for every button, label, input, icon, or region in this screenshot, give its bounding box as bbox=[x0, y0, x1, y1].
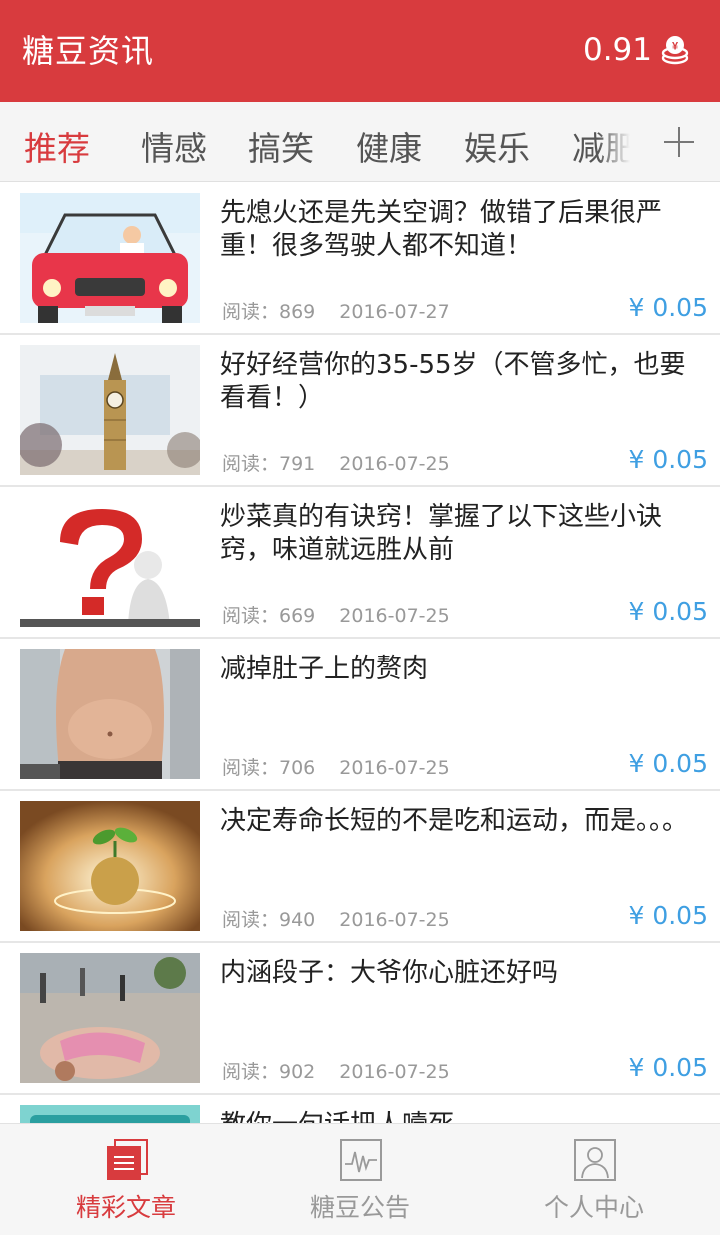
article-list: 先熄火还是先关空调？做错了后果很严重！很多驾驶人都不知道！ 阅读：869 2016… bbox=[0, 183, 720, 1123]
article-title: 先熄火还是先关空调？做错了后果很严重！很多驾驶人都不知道！ bbox=[220, 198, 663, 261]
article-title: 炒菜真的有诀窍！掌握了以下这些小诀窍，味道就远胜从前 bbox=[220, 502, 663, 565]
announcement-icon bbox=[340, 1139, 382, 1181]
article-title: 好好经营你的35-55岁（不管多忙，也要看看！） bbox=[220, 350, 686, 413]
header-bar: 糖豆资讯 0.91 ¥ bbox=[0, 0, 720, 102]
read-count: 阅读：706 bbox=[222, 757, 316, 779]
article-meta: 阅读：791 2016-07-25 bbox=[222, 449, 450, 476]
balance-display[interactable]: 0.91 ¥ bbox=[583, 32, 690, 68]
app-title: 糖豆资讯 bbox=[22, 32, 155, 70]
article-title: 决定寿命长短的不是吃和运动，而是。。。 bbox=[220, 806, 689, 836]
article-item[interactable]: 减掉肚子上的赘肉 阅读：706 2016-07-25 ¥ 0.05 bbox=[0, 639, 720, 791]
sprout-globe-thumbnail bbox=[20, 801, 200, 931]
nav-profile-label: 个人中心 bbox=[543, 1193, 644, 1222]
article-item[interactable]: 好好经营你的35-55岁（不管多忙，也要看看！） 阅读：791 2016-07-2… bbox=[0, 335, 720, 487]
nav-announcements[interactable]: 糖豆公告 bbox=[240, 1124, 480, 1235]
nav-profile[interactable]: 个人中心 bbox=[474, 1124, 714, 1235]
publish-date: 2016-07-25 bbox=[339, 757, 450, 779]
question-mark-thumbnail bbox=[20, 497, 200, 627]
nav-articles[interactable]: 精彩文章 bbox=[6, 1124, 246, 1235]
publish-date: 2016-07-25 bbox=[339, 1061, 450, 1083]
balance-value: 0.91 bbox=[582, 32, 652, 68]
tab-recommended[interactable]: 推荐 bbox=[24, 122, 90, 170]
read-count: 阅读：940 bbox=[222, 909, 316, 931]
category-tabs: 推荐 情感 搞笑 健康 娱乐 减肥 bbox=[0, 102, 720, 182]
read-count: 阅读：902 bbox=[222, 1061, 316, 1083]
read-count: 阅读：791 bbox=[222, 453, 316, 475]
article-item[interactable]: 教你一句话把人噎死 bbox=[0, 1095, 720, 1123]
plus-icon bbox=[664, 126, 694, 157]
tab-emotion[interactable]: 情感 bbox=[141, 122, 207, 170]
article-title: 减掉肚子上的赘肉 bbox=[220, 654, 429, 684]
article-reward: ¥ 0.05 bbox=[628, 293, 708, 322]
article-reward: ¥ 0.05 bbox=[628, 597, 708, 626]
article-reward: ¥ 0.05 bbox=[628, 749, 708, 778]
teal-banner-thumbnail bbox=[20, 1105, 200, 1123]
article-item[interactable]: 内涵段子：大爷你心脏还好吗 阅读：902 2016-07-25 ¥ 0.05 bbox=[0, 943, 720, 1095]
publish-date: 2016-07-25 bbox=[339, 453, 450, 475]
article-meta: 阅读：940 2016-07-25 bbox=[222, 905, 450, 932]
article-meta: 阅读：706 2016-07-25 bbox=[222, 753, 450, 780]
read-count: 阅读：669 bbox=[222, 605, 316, 627]
article-reward: ¥ 0.05 bbox=[628, 1053, 708, 1082]
clock-tower-thumbnail bbox=[20, 345, 200, 475]
street-photo-thumbnail bbox=[20, 953, 200, 1083]
read-count: 阅读：869 bbox=[222, 301, 316, 323]
article-meta: 阅读：869 2016-07-27 bbox=[222, 297, 450, 324]
article-meta: 阅读：669 2016-07-25 bbox=[222, 601, 450, 628]
article-reward: ¥ 0.05 bbox=[628, 901, 708, 930]
coin-stack-icon: ¥ bbox=[661, 36, 689, 65]
article-item[interactable]: 炒菜真的有诀窍！掌握了以下这些小诀窍，味道就远胜从前 阅读：669 2016-07… bbox=[0, 487, 720, 639]
tab-funny[interactable]: 搞笑 bbox=[248, 122, 314, 170]
article-meta: 阅读：902 2016-07-25 bbox=[222, 1057, 450, 1084]
article-title: 教你一句话把人噎死 bbox=[220, 1109, 705, 1123]
nav-articles-label: 精彩文章 bbox=[75, 1193, 176, 1222]
article-item[interactable]: 决定寿命长短的不是吃和运动，而是。。。 阅读：940 2016-07-25 ¥ 0… bbox=[0, 791, 720, 943]
publish-date: 2016-07-25 bbox=[339, 909, 450, 931]
add-tab-button[interactable] bbox=[638, 102, 720, 181]
article-item[interactable]: 先熄火还是先关空调？做错了后果很严重！很多驾驶人都不知道！ 阅读：869 2016… bbox=[0, 183, 720, 335]
tabs-fade bbox=[598, 102, 638, 181]
tab-entertainment[interactable]: 娱乐 bbox=[464, 122, 530, 170]
svg-text:¥: ¥ bbox=[672, 41, 679, 53]
article-title: 内涵段子：大爷你心脏还好吗 bbox=[220, 958, 559, 988]
nav-announcements-label: 糖豆公告 bbox=[309, 1193, 410, 1222]
tab-health[interactable]: 健康 bbox=[356, 122, 422, 170]
profile-icon bbox=[574, 1139, 616, 1181]
article-reward: ¥ 0.05 bbox=[628, 445, 708, 474]
car-illustration-thumbnail bbox=[20, 193, 200, 323]
belly-photo-thumbnail bbox=[20, 649, 200, 779]
bottom-navigation: 精彩文章 糖豆公告 个人中心 bbox=[0, 1123, 720, 1235]
articles-icon bbox=[107, 1139, 148, 1180]
publish-date: 2016-07-25 bbox=[339, 605, 450, 627]
app-root: 糖豆资讯 0.91 ¥ 推荐 情感 搞笑 健康 娱乐 减肥 bbox=[0, 0, 720, 1235]
publish-date: 2016-07-27 bbox=[339, 301, 450, 323]
